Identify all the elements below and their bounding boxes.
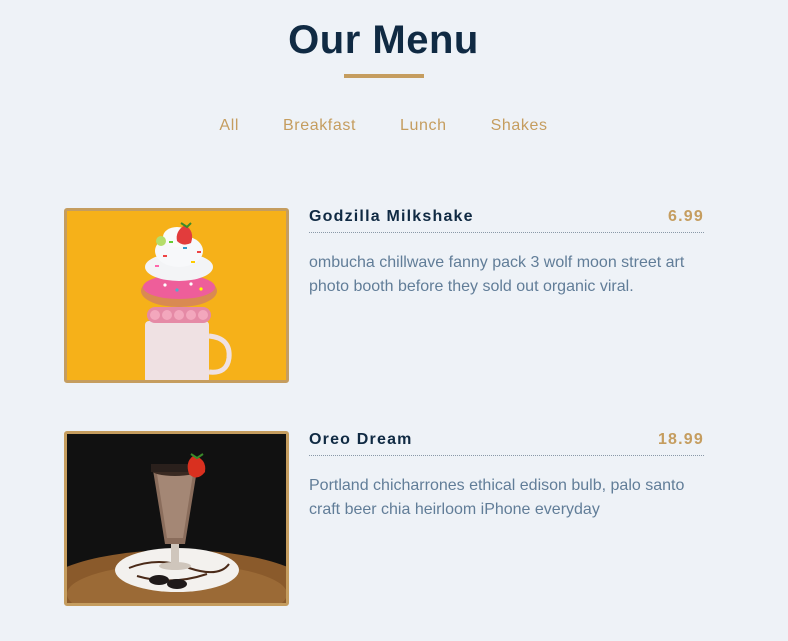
menu-item-name: Godzilla Milkshake — [309, 208, 474, 225]
menu-item-price: 18.99 — [657, 431, 704, 448]
menu-item-header: Oreo Dream 18.99 — [309, 431, 704, 456]
menu-item-info: Oreo Dream 18.99 Portland chicharrones e… — [309, 431, 704, 522]
menu-item-photo — [64, 431, 289, 606]
menu-item-info: Godzilla Milkshake 6.99 ombucha chillwav… — [309, 208, 704, 299]
page-title: Our Menu — [288, 18, 479, 62]
filter-shakes-button[interactable]: Shakes — [469, 116, 570, 136]
menu-item-description: Portland chicharrones ethical edison bul… — [309, 477, 685, 518]
menu-item: Godzilla Milkshake 6.99 ombucha chillwav… — [64, 208, 704, 383]
menu-item: Oreo Dream 18.99 Portland chicharrones e… — [64, 431, 704, 606]
filter-breakfast-button[interactable]: Breakfast — [261, 116, 378, 136]
milkshake-donut-photo — [67, 211, 286, 380]
oreo-shake-photo — [67, 434, 286, 603]
filter-bar: All Breakfast Lunch Shakes — [0, 116, 767, 136]
filter-lunch-button[interactable]: Lunch — [378, 116, 469, 136]
menu-item-price: 6.99 — [668, 208, 704, 225]
filter-all-button[interactable]: All — [197, 116, 261, 136]
title-underline — [344, 74, 424, 78]
menu-item-photo — [64, 208, 289, 383]
menu-item-description: ombucha chillwave fanny pack 3 wolf moon… — [309, 254, 685, 295]
menu-item-name: Oreo Dream — [309, 431, 413, 448]
menu-item-header: Godzilla Milkshake 6.99 — [309, 208, 704, 233]
